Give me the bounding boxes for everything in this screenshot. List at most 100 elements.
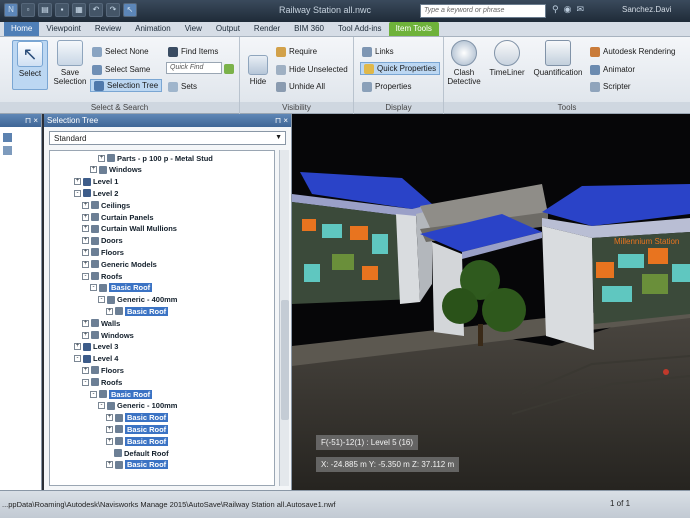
links-button[interactable]: Links xyxy=(362,45,394,58)
collapse-icon[interactable]: - xyxy=(98,402,105,410)
tree-item[interactable]: + Ceilings xyxy=(82,200,130,210)
close-icon[interactable]: × xyxy=(33,116,38,125)
close-icon[interactable]: × xyxy=(283,116,288,125)
tree-item[interactable]: - Level 2 xyxy=(74,188,118,198)
collapse-icon[interactable]: - xyxy=(74,355,81,363)
tree-item[interactable]: - Basic Roof xyxy=(90,283,153,293)
help-search-input[interactable]: Type a keyword or phrase xyxy=(420,4,546,18)
expand-icon[interactable]: + xyxy=(74,178,81,186)
tree-item[interactable]: + Walls xyxy=(82,318,120,328)
expand-icon[interactable]: + xyxy=(82,366,89,374)
tree-item[interactable]: + Level 1 xyxy=(74,177,118,187)
user-name[interactable]: Sanchez.Davi xyxy=(622,5,671,14)
folder-icon[interactable] xyxy=(3,146,12,155)
scripter-button[interactable]: Scripter xyxy=(590,80,631,93)
expand-icon[interactable]: + xyxy=(106,425,113,433)
unhide-all-button[interactable]: Unhide All xyxy=(276,80,325,93)
tree-item[interactable]: + Windows xyxy=(90,165,142,175)
pin-icon[interactable]: ⊓ xyxy=(275,116,281,125)
tree-item[interactable]: + Basic Roof xyxy=(106,306,169,316)
select-button[interactable]: ↖ Select xyxy=(12,40,48,90)
tab-render[interactable]: Render xyxy=(247,22,287,36)
expand-icon[interactable]: + xyxy=(82,225,89,233)
redo-icon[interactable]: ↷ xyxy=(106,3,120,17)
properties-button[interactable]: Properties xyxy=(362,80,411,93)
collapse-icon[interactable]: - xyxy=(82,272,89,280)
selection-tree-button[interactable]: Selection Tree xyxy=(90,79,163,92)
animator-button[interactable]: Animator xyxy=(590,63,635,76)
select-tool-icon[interactable]: ↖ xyxy=(123,3,137,17)
tree-item[interactable]: + Windows xyxy=(82,330,134,340)
print-icon[interactable]: ▦ xyxy=(72,3,86,17)
expand-icon[interactable]: + xyxy=(106,461,113,469)
tree-item[interactable]: - Basic Roof xyxy=(90,389,153,399)
expand-icon[interactable]: + xyxy=(98,154,105,162)
tree-item[interactable]: + Doors xyxy=(82,236,123,246)
clash-detective-button[interactable]: Clash Detective xyxy=(446,40,482,86)
quantification-button[interactable]: Quantification xyxy=(530,40,586,77)
tab-item-tools[interactable]: Item Tools xyxy=(388,22,439,36)
expand-icon[interactable]: + xyxy=(82,260,89,268)
folder-icon[interactable] xyxy=(3,133,12,142)
expand-icon[interactable]: + xyxy=(82,201,89,209)
select-none-button[interactable]: Select None xyxy=(92,45,149,58)
tree-item[interactable]: - Roofs xyxy=(82,271,122,281)
tree-scrollbar[interactable] xyxy=(279,150,289,486)
tree-item[interactable]: + Basic Roof xyxy=(106,424,169,434)
collapse-icon[interactable]: - xyxy=(74,189,81,197)
tree-item[interactable]: - Generic - 100mm xyxy=(98,401,177,411)
communication-icon[interactable]: ✉ xyxy=(576,4,584,15)
tree-item[interactable]: + Curtain Wall Mullions xyxy=(82,224,177,234)
tree-item[interactable]: - Roofs xyxy=(82,377,122,387)
expand-icon[interactable]: + xyxy=(82,248,89,256)
tree-item[interactable]: + Basic Roof xyxy=(106,436,169,446)
tab-view[interactable]: View xyxy=(178,22,209,36)
subscription-icon[interactable]: ◉ xyxy=(564,4,572,15)
search-icon[interactable]: ⚲ xyxy=(552,4,559,15)
expand-icon[interactable]: + xyxy=(106,307,113,315)
tab-viewpoint[interactable]: Viewpoint xyxy=(39,22,88,36)
expand-icon[interactable]: + xyxy=(90,166,97,174)
timeliner-button[interactable]: TimeLiner xyxy=(486,40,528,77)
save-icon[interactable]: ▪ xyxy=(55,3,69,17)
tree-item[interactable]: + Floors xyxy=(82,247,124,257)
tab-output[interactable]: Output xyxy=(209,22,247,36)
autodesk-rendering-button[interactable]: Autodesk Rendering xyxy=(590,45,676,58)
collapse-icon[interactable]: - xyxy=(82,378,89,386)
open-file-icon[interactable]: ▤ xyxy=(38,3,52,17)
expand-icon[interactable]: + xyxy=(82,237,89,245)
tab-tool-addins[interactable]: Tool Add-ins xyxy=(331,22,389,36)
expand-icon[interactable]: + xyxy=(106,414,113,422)
collapse-icon[interactable]: - xyxy=(90,390,97,398)
quick-find-input[interactable]: Quick Find xyxy=(166,62,222,74)
tree-item[interactable]: + Basic Roof xyxy=(106,460,169,470)
selection-tree[interactable]: + Parts - p 100 p - Metal Stud + Windows + Le… xyxy=(49,150,275,486)
tab-review[interactable]: Review xyxy=(88,22,128,36)
expand-icon[interactable]: + xyxy=(106,437,113,445)
quick-find-go-icon[interactable] xyxy=(224,62,234,75)
app-menu-icon[interactable]: N xyxy=(4,3,18,17)
tab-animation[interactable]: Animation xyxy=(128,22,178,36)
expand-icon[interactable]: + xyxy=(82,213,89,221)
tree-item[interactable]: + Basic Roof xyxy=(106,413,169,423)
collapse-icon[interactable]: - xyxy=(98,296,105,304)
expand-icon[interactable]: + xyxy=(74,343,81,351)
tree-item[interactable]: - Generic - 400mm xyxy=(98,295,177,305)
pin-icon[interactable]: ⊓ xyxy=(25,116,31,125)
new-file-icon[interactable]: ▫ xyxy=(21,3,35,17)
save-selection-button[interactable]: Save Selection xyxy=(52,40,88,86)
tree-item[interactable]: - Level 4 xyxy=(74,354,118,364)
sets-button[interactable]: Sets xyxy=(168,80,197,93)
tree-item[interactable]: + Parts - p 100 p - Metal Stud xyxy=(98,153,213,163)
select-same-button[interactable]: Select Same xyxy=(92,63,150,76)
collapse-icon[interactable]: - xyxy=(90,284,97,292)
quick-properties-button[interactable]: Quick Properties xyxy=(360,62,441,75)
hide-button[interactable]: Hide xyxy=(244,55,272,86)
tree-item[interactable]: + Floors xyxy=(82,365,124,375)
expand-icon[interactable]: + xyxy=(82,319,89,327)
tab-home[interactable]: Home xyxy=(4,22,40,36)
find-items-button[interactable]: Find Items xyxy=(168,45,218,58)
hide-unselected-button[interactable]: Hide Unselected xyxy=(276,63,348,76)
tree-view-select[interactable]: Standard ▼ xyxy=(49,131,286,145)
scrollbar-thumb[interactable] xyxy=(281,300,289,420)
